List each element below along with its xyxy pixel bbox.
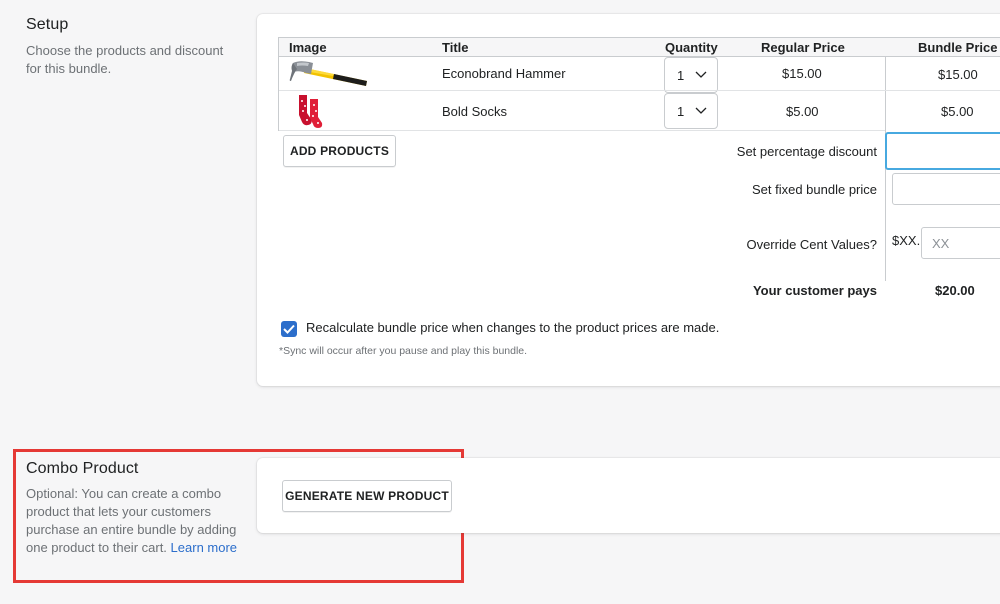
percentage-discount-label: Set percentage discount — [736, 144, 877, 159]
col-header-bundle-price: Bundle Price — [918, 40, 998, 55]
table-row: Econobrand Hammer 1 $15.00 $15.00 — [279, 57, 1000, 93]
quantity-select[interactable]: 1 — [664, 93, 718, 129]
recalculate-label: Recalculate bundle price when changes to… — [306, 320, 720, 335]
socks-icon — [295, 93, 325, 129]
row-regular-price: $15.00 — [782, 66, 822, 81]
table-row: Bold Socks 1 $5.00 $5.00 — [279, 91, 1000, 131]
customer-pays-label: Your customer pays — [752, 283, 877, 298]
generate-new-product-button[interactable]: GENERATE NEW PRODUCT — [282, 480, 452, 512]
quantity-select[interactable]: 1 — [664, 57, 718, 93]
chevron-down-icon — [695, 71, 707, 78]
row-title: Bold Socks — [442, 104, 508, 119]
sync-note: *Sync will occur after you pause and pla… — [279, 345, 528, 357]
override-cents-label: Override Cent Values? — [746, 237, 877, 252]
combo-description: Optional: You can create a combo product… — [26, 485, 238, 557]
col-header-title: Title — [442, 40, 469, 55]
combo-title: Combo Product — [26, 460, 139, 477]
add-products-button[interactable]: ADD PRODUCTS — [283, 135, 396, 167]
checkmark-icon — [283, 324, 295, 334]
learn-more-link[interactable]: Learn more — [171, 540, 237, 555]
col-header-regular-price: Regular Price — [761, 40, 845, 55]
row-regular-price: $5.00 — [786, 104, 819, 119]
col-header-quantity: Quantity — [665, 40, 718, 55]
percentage-discount-input[interactable] — [885, 132, 1000, 170]
chevron-down-icon — [695, 107, 707, 114]
row-bundle-price: $5.00 — [941, 104, 974, 119]
table-header — [278, 37, 1000, 57]
override-cents-prefix: $XX. — [892, 233, 921, 248]
customer-pays-value: $20.00 — [935, 283, 975, 298]
fixed-bundle-price-input[interactable] — [892, 173, 1000, 205]
row-title: Econobrand Hammer — [442, 66, 566, 81]
row-divider — [279, 130, 885, 131]
override-cents-input[interactable] — [921, 227, 1000, 259]
col-header-image: Image — [289, 40, 327, 55]
recalculate-checkbox[interactable] — [281, 321, 297, 337]
quantity-value: 1 — [677, 68, 685, 83]
row-bundle-price: $15.00 — [938, 67, 978, 82]
setup-title: Setup — [26, 16, 69, 33]
quantity-value: 1 — [677, 104, 685, 119]
setup-description: Choose the products and discount for thi… — [26, 43, 224, 76]
hammer-icon — [289, 59, 371, 89]
fixed-bundle-price-label: Set fixed bundle price — [751, 182, 877, 197]
